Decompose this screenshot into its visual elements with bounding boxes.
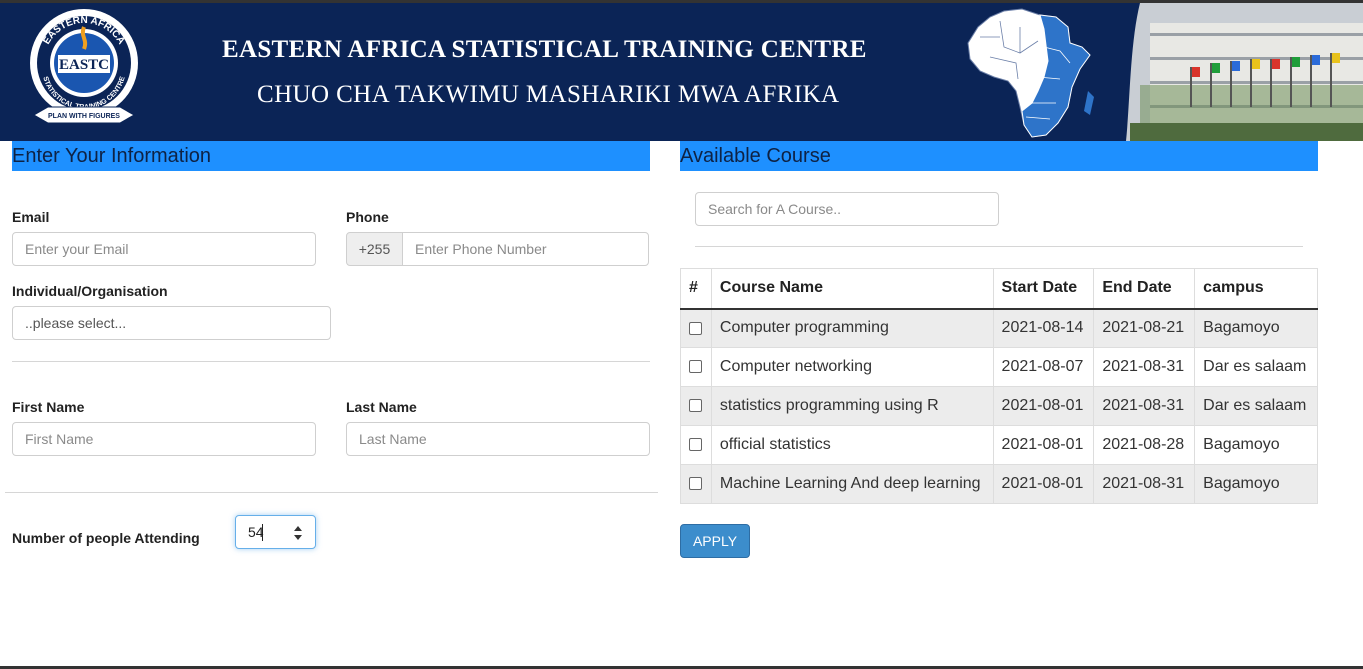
start-date-cell: 2021-08-14 [992,308,1095,348]
course-name-cell: Computer programming [710,308,994,348]
start-date-cell: 2021-08-01 [992,425,1095,465]
banner-title: EASTERN AFRICA STATISTICAL TRAINING CENT… [222,36,867,63]
end-date-cell: 2021-08-31 [1093,464,1196,504]
attendees-stepper[interactable]: 54 [235,515,316,549]
email-label: Email [12,209,50,225]
course-checkbox[interactable] [689,360,702,374]
text-caret [262,524,263,541]
column-header-index: # [680,268,712,310]
end-date-cell: 2021-08-31 [1093,347,1196,387]
courses-table: # Course Name Start Date End Date campus… [680,268,1318,504]
start-date-cell: 2021-08-07 [992,347,1095,387]
column-header-end-date: End Date [1093,268,1196,310]
spinner-arrows-icon[interactable] [293,525,303,541]
first-name-label: First Name [12,399,85,415]
column-header-start-date: Start Date [992,268,1095,310]
table-row: statistics programming using R 2021-08-0… [680,386,1318,426]
course-checkbox[interactable] [689,477,702,491]
email-field[interactable] [12,232,316,266]
course-name-cell: Machine Learning And deep learning [710,464,994,504]
end-date-cell: 2021-08-21 [1093,308,1196,348]
campus-cell: Dar es salaam [1194,386,1318,426]
last-name-field[interactable] [346,422,650,456]
table-row: Machine Learning And deep learning 2021-… [680,464,1318,504]
column-header-course-name: Course Name [710,268,994,310]
course-checkbox[interactable] [689,399,702,413]
individual-organisation-label: Individual/Organisation [12,283,168,299]
course-checkbox[interactable] [689,438,702,452]
phone-field[interactable] [402,232,649,266]
logo-motto: PLAN WITH FIGURES [48,113,120,120]
logo-monogram: EASTC [59,57,109,73]
individual-organisation-select[interactable]: ..please select... [12,306,331,340]
campus-building-photo [1100,3,1363,141]
end-date-cell: 2021-08-31 [1093,386,1196,426]
attendees-label: Number of people Attending [12,530,200,546]
campus-cell: Bagamoyo [1194,308,1318,348]
table-header-row: # Course Name Start Date End Date campus [680,268,1318,310]
course-name-cell: statistics programming using R [710,386,994,426]
start-date-cell: 2021-08-01 [992,464,1095,504]
table-row: official statistics 2021-08-01 2021-08-2… [680,425,1318,465]
eastc-logo: EASTC EASTERN AFRICA STATISTICAL TRAININ… [30,9,138,124]
start-date-cell: 2021-08-01 [992,386,1095,426]
header-banner: EASTC EASTERN AFRICA STATISTICAL TRAININ… [0,3,1363,141]
course-checkbox[interactable] [689,321,702,335]
last-name-label: Last Name [346,399,417,415]
table-row: Computer networking 2021-08-07 2021-08-3… [680,347,1318,387]
search-divider [695,246,1303,247]
campus-cell: Bagamoyo [1194,425,1318,465]
campus-cell: Dar es salaam [1194,347,1318,387]
column-header-campus: campus [1194,268,1318,310]
end-date-cell: 2021-08-28 [1093,425,1196,465]
first-name-field[interactable] [12,422,316,456]
africa-map-graphic [967,8,1094,138]
apply-button[interactable]: APPLY [680,524,750,558]
phone-label: Phone [346,209,389,225]
course-name-cell: official statistics [710,425,994,465]
campus-cell: Bagamoyo [1194,464,1318,504]
courses-section-heading: Available Course [680,141,1318,171]
form-divider [12,361,650,362]
banner-subtitle: CHUO CHA TAKWIMU MASHARIKI MWA AFRIKA [257,81,840,108]
table-row: Computer programming 2021-08-14 2021-08-… [680,308,1318,348]
form-divider-2 [5,492,658,493]
course-search-input[interactable] [695,192,999,226]
info-section-heading: Enter Your Information [12,141,650,171]
course-name-cell: Computer networking [710,347,994,387]
phone-country-code: +255 [346,232,403,266]
